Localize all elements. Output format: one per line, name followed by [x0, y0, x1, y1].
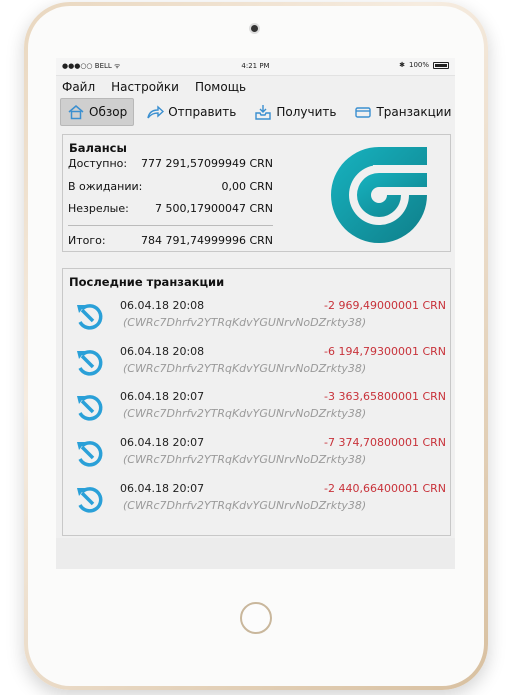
immature-label: Незрелые: — [68, 202, 129, 215]
tx-date: 06.04.18 20:07 — [120, 436, 205, 449]
tx-address: (CWRc7Dhrfv2YTRqKdvYGUNrvNoDZrkty38) — [123, 499, 367, 512]
transaction-row[interactable]: 06.04.18 20:07 (CWRc7Dhrfv2YTRqKdvYGUNrv… — [63, 384, 450, 429]
outgoing-tx-icon — [77, 350, 103, 376]
camera-icon — [251, 25, 258, 32]
immature-value: 7 500,17900047 CRN — [154, 202, 273, 215]
clock: 4:21 PM — [241, 62, 270, 70]
receive-icon — [255, 105, 272, 120]
home-button[interactable] — [240, 602, 272, 634]
tx-amount: -2 969,49000001 CRN — [324, 299, 446, 312]
outgoing-tx-icon — [77, 304, 103, 330]
card-icon — [355, 107, 372, 118]
tx-date: 06.04.18 20:08 — [120, 299, 205, 312]
balances-title: Балансы — [69, 141, 127, 155]
tx-address: (CWRc7Dhrfv2YTRqKdvYGUNrvNoDZrkty38) — [123, 453, 367, 466]
transactions-label: Транзакции — [376, 105, 452, 119]
transactions-button[interactable]: Транзакции — [348, 99, 455, 125]
tx-amount: -3 363,65800001 CRN — [324, 390, 446, 403]
menu-help[interactable]: Помощь — [195, 80, 246, 98]
pending-value: 0,00 CRN — [221, 180, 273, 193]
receive-label: Получить — [276, 105, 337, 119]
bluetooth-icon: ✱ — [399, 61, 405, 69]
transaction-row[interactable]: 06.04.18 20:08 (CWRc7Dhrfv2YTRqKdvYGUNrv… — [63, 293, 450, 338]
tx-address: (CWRc7Dhrfv2YTRqKdvYGUNrvNoDZrkty38) — [123, 407, 367, 420]
tx-address: (CWRc7Dhrfv2YTRqKdvYGUNrvNoDZrkty38) — [123, 316, 367, 329]
transaction-row[interactable]: 06.04.18 20:07 (CWRc7Dhrfv2YTRqKdvYGUNrv… — [63, 430, 450, 475]
tx-amount: -6 194,79300001 CRN — [324, 345, 446, 358]
available-label: Доступно: — [68, 157, 128, 170]
send-button[interactable]: Отправить — [140, 99, 242, 125]
tx-address: (CWRc7Dhrfv2YTRqKdvYGUNrvNoDZrkty38) — [123, 362, 367, 375]
app-screen: ●●●○○ BELL ᯤ 4:21 PM ✱ 100% Файл Настрой… — [56, 58, 455, 569]
menu-settings[interactable]: Настройки — [111, 80, 179, 98]
transaction-row[interactable]: 06.04.18 20:08 (CWRc7Dhrfv2YTRqKdvYGUNrv… — [63, 339, 450, 384]
outgoing-tx-icon — [77, 487, 103, 513]
send-icon — [147, 105, 165, 119]
outgoing-tx-icon — [77, 395, 103, 421]
balances-panel: Балансы Доступно: 777 291,57099949 CRN В… — [62, 134, 451, 252]
recent-title: Последние транзакции — [69, 275, 225, 289]
pending-label: В ожидании: — [68, 180, 143, 193]
battery-icon — [433, 61, 449, 69]
tx-date: 06.04.18 20:08 — [120, 345, 205, 358]
toolbar: Обзор Отправить Получить Транзакции — [56, 98, 455, 126]
tx-date: 06.04.18 20:07 — [120, 482, 205, 495]
tx-date: 06.04.18 20:07 — [120, 390, 205, 403]
status-footer — [56, 538, 455, 569]
menu-file[interactable]: Файл — [62, 80, 95, 98]
status-right: ✱ 100% — [399, 61, 449, 69]
recent-transactions-panel: Последние транзакции 06.04.18 20:08 (CWR… — [62, 268, 451, 536]
home-icon — [68, 105, 84, 120]
receive-button[interactable]: Получить — [248, 99, 342, 125]
menu-bar: Файл Настройки Помощь — [56, 76, 455, 98]
available-value: 777 291,57099949 CRN — [140, 157, 273, 170]
tx-amount: -7 374,70800001 CRN — [324, 436, 446, 449]
total-value: 784 791,74999996 CRN — [140, 234, 273, 247]
total-label: Итого: — [68, 234, 106, 247]
crown-logo-icon — [331, 147, 427, 243]
overview-button[interactable]: Обзор — [60, 98, 135, 126]
transaction-row[interactable]: 06.04.18 20:07 (CWRc7Dhrfv2YTRqKdvYGUNrv… — [63, 476, 450, 521]
send-label: Отправить — [168, 105, 237, 119]
outgoing-tx-icon — [77, 441, 103, 467]
tx-amount: -2 440,66400001 CRN — [324, 482, 446, 495]
balance-divider — [68, 225, 273, 226]
status-bar: ●●●○○ BELL ᯤ 4:21 PM ✱ 100% — [56, 58, 455, 76]
battery-percent: 100% — [408, 61, 429, 69]
overview-label: Обзор — [89, 105, 128, 119]
